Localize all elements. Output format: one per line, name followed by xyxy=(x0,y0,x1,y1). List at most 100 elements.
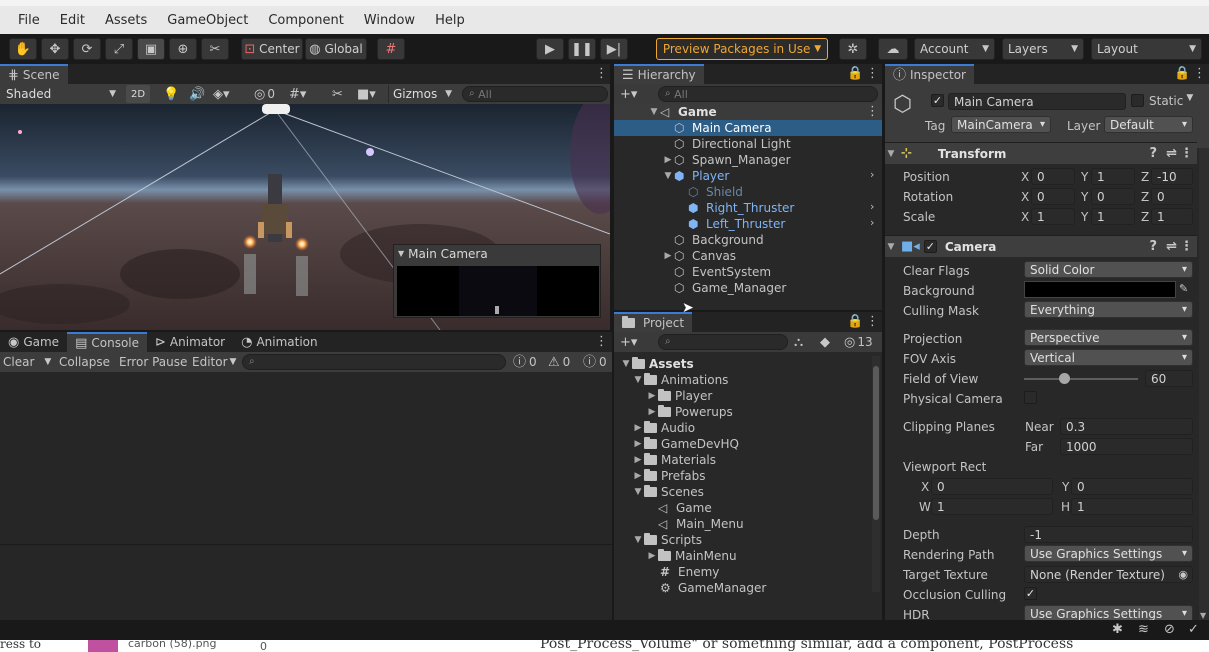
mode-2d-button[interactable]: 2D xyxy=(126,85,150,103)
add-icon[interactable]: +▾ xyxy=(620,336,637,349)
chevron-right-icon[interactable]: › xyxy=(870,216,874,229)
project-folder-animations[interactable]: ▼ Animations xyxy=(632,372,728,388)
cloud-button[interactable]: ☁ xyxy=(878,38,908,60)
effects-icon[interactable]: ◈▾ xyxy=(213,88,230,101)
layers-dropdown[interactable]: Layers ▼ xyxy=(1002,38,1084,60)
rotation-y-input[interactable]: 0 xyxy=(1091,188,1135,205)
tab-animation[interactable]: ◔ Animation xyxy=(233,332,326,352)
near-input[interactable]: 0.3 xyxy=(1060,418,1193,435)
clear-flags-dropdown[interactable]: Solid Color xyxy=(1024,261,1193,278)
layer-dropdown[interactable]: Default xyxy=(1104,116,1193,133)
project-folder-gamedevhq[interactable]: ▶ GameDevHQ xyxy=(632,436,739,452)
hierarchy-search-input[interactable]: ⌕ All xyxy=(658,86,878,102)
audio-icon[interactable]: 🔊 xyxy=(189,88,205,101)
grid-icon[interactable]: #▾ xyxy=(289,88,306,101)
shading-dropdown[interactable]: Shaded ▼ xyxy=(2,85,120,103)
account-dropdown[interactable]: Account ▼ xyxy=(914,38,995,60)
warning-filter-toggle[interactable]: ⚠ 0 xyxy=(548,355,570,369)
camera-icon[interactable]: ■▾ xyxy=(357,88,376,101)
tab-inspector[interactable]: ⓘ Inspector xyxy=(885,64,974,84)
projection-dropdown[interactable]: Perspective xyxy=(1024,329,1193,346)
more-icon[interactable]: ⋮ xyxy=(1180,240,1193,253)
menu-component[interactable]: Component xyxy=(258,13,353,28)
hierarchy-item-right-thruster[interactable]: ⬢ Right_Thruster xyxy=(688,200,794,216)
tab-animator[interactable]: ⊳ Animator xyxy=(147,332,233,352)
preset-icon[interactable]: ⇌ xyxy=(1166,147,1177,160)
rotation-x-input[interactable]: 0 xyxy=(1031,188,1075,205)
lighting-icon[interactable]: 💡 xyxy=(163,88,179,101)
inspector-scrollbar[interactable]: ▼ xyxy=(1199,148,1209,620)
target-texture-field[interactable]: None (Render Texture) ◉ xyxy=(1024,566,1193,583)
project-folder-powerups[interactable]: ▶ Powerups xyxy=(646,404,733,420)
bug-icon[interactable]: ✱ xyxy=(1112,623,1123,636)
scale-z-input[interactable]: 1 xyxy=(1151,208,1193,225)
rotation-z-input[interactable]: 0 xyxy=(1151,188,1193,205)
scene-search-input[interactable]: ⌕ All xyxy=(462,86,608,102)
position-y-input[interactable]: 1 xyxy=(1091,168,1135,185)
fov-slider-thumb[interactable] xyxy=(1059,373,1070,384)
chevron-right-icon[interactable]: › xyxy=(870,168,874,181)
tab-scene[interactable]: ⋕ Scene xyxy=(0,64,68,84)
more-icon[interactable]: ⋮ xyxy=(1180,147,1193,160)
lock-icon[interactable]: 🔒 xyxy=(847,67,863,80)
hierarchy-item-player[interactable]: ▼ ⬢ Player xyxy=(662,168,730,184)
log-filter-toggle[interactable]: ⓘ 0 xyxy=(513,355,537,369)
more-icon[interactable]: ⋮ xyxy=(1193,66,1206,81)
hierarchy-item-game-manager[interactable]: ⬡ Game_Manager xyxy=(674,280,786,296)
hierarchy-item-spawn-manager[interactable]: ▶ ⬡ Spawn_Manager xyxy=(662,152,791,168)
tab-game[interactable]: ◉ Game xyxy=(0,332,67,352)
object-picker-icon[interactable]: ◉ xyxy=(1178,569,1188,580)
static-checkbox[interactable] xyxy=(1131,94,1144,107)
editor-dropdown[interactable]: Editor ▼ xyxy=(192,355,236,369)
more-icon[interactable]: ⋮ xyxy=(866,66,879,81)
layers-stack-icon[interactable]: ≋ xyxy=(1138,623,1149,636)
tab-console[interactable]: ▤ Console xyxy=(67,332,148,352)
viewport-h-input[interactable]: 1 xyxy=(1071,498,1193,515)
camera-header[interactable]: ▼ ■◂ ✓ Camera ? ⇌ ⋮ xyxy=(885,235,1197,257)
project-search-input[interactable]: ⌕ xyxy=(658,334,788,350)
hierarchy-item-shield[interactable]: ⬡ Shield xyxy=(688,184,743,200)
checkmark-circle-icon[interactable]: ✓ xyxy=(1188,623,1199,636)
tab-hierarchy[interactable]: ☰ Hierarchy xyxy=(614,64,704,84)
tab-project[interactable]: Project xyxy=(614,312,693,332)
occlusion-culling-checkbox[interactable]: ✓ xyxy=(1024,587,1037,600)
scale-tool-button[interactable]: ⤢ xyxy=(105,38,133,60)
background-color-swatch[interactable] xyxy=(1024,281,1176,298)
hidden-objects-toggle[interactable]: ◎ 0 xyxy=(254,87,275,101)
pivot-center-button[interactable]: ⊡ Center xyxy=(241,38,303,60)
step-button[interactable]: ▶| xyxy=(600,38,628,60)
position-z-input[interactable]: -10 xyxy=(1151,168,1193,185)
help-icon[interactable]: ? xyxy=(1149,240,1157,253)
viewport-w-input[interactable]: 1 xyxy=(931,498,1053,515)
pivot-global-button[interactable]: ◍ Global xyxy=(305,38,367,60)
help-icon[interactable]: ? xyxy=(1149,147,1157,160)
fov-slider-track[interactable] xyxy=(1024,378,1138,380)
menu-help[interactable]: Help xyxy=(425,13,475,28)
console-log-list[interactable] xyxy=(0,372,612,544)
lock-icon[interactable]: 🔒 xyxy=(1174,67,1190,80)
layout-dropdown[interactable]: Layout ▼ xyxy=(1091,38,1202,60)
position-x-input[interactable]: 0 xyxy=(1031,168,1075,185)
camera-enabled-checkbox[interactable]: ✓ xyxy=(923,240,937,253)
project-script-gamemanager[interactable]: ⚙ GameManager xyxy=(660,580,766,596)
fov-axis-dropdown[interactable]: Vertical xyxy=(1024,349,1193,366)
menu-assets[interactable]: Assets xyxy=(95,13,157,28)
rendering-path-dropdown[interactable]: Use Graphics Settings xyxy=(1024,545,1193,562)
project-script-enemy[interactable]: # Enemy xyxy=(660,564,719,580)
project-scrollbar-thumb[interactable] xyxy=(873,366,879,520)
hand-tool-button[interactable]: ✋ xyxy=(9,38,37,60)
gizmos-dropdown[interactable]: Gizmos ▼ xyxy=(388,85,456,103)
scale-y-input[interactable]: 1 xyxy=(1091,208,1135,225)
project-folder-assets[interactable]: ▼ Assets xyxy=(620,356,694,372)
preset-icon[interactable]: ⇌ xyxy=(1166,240,1177,253)
error-filter-toggle[interactable]: ⓘ 0 xyxy=(583,355,607,369)
more-icon[interactable]: ⋮ xyxy=(595,66,608,81)
chevron-right-icon[interactable]: › xyxy=(870,200,874,213)
project-scrollbar[interactable] xyxy=(872,356,880,592)
error-pause-button[interactable]: Error Pause xyxy=(119,355,187,369)
hierarchy-item-background[interactable]: ⬡ Background xyxy=(674,232,764,248)
project-folder-mainmenu[interactable]: ▶ MainMenu xyxy=(646,548,737,564)
rotate-tool-button[interactable]: ⟳ xyxy=(73,38,101,60)
pause-button[interactable]: ❚❚ xyxy=(568,38,596,60)
collab-button[interactable]: ✲ xyxy=(839,38,867,60)
